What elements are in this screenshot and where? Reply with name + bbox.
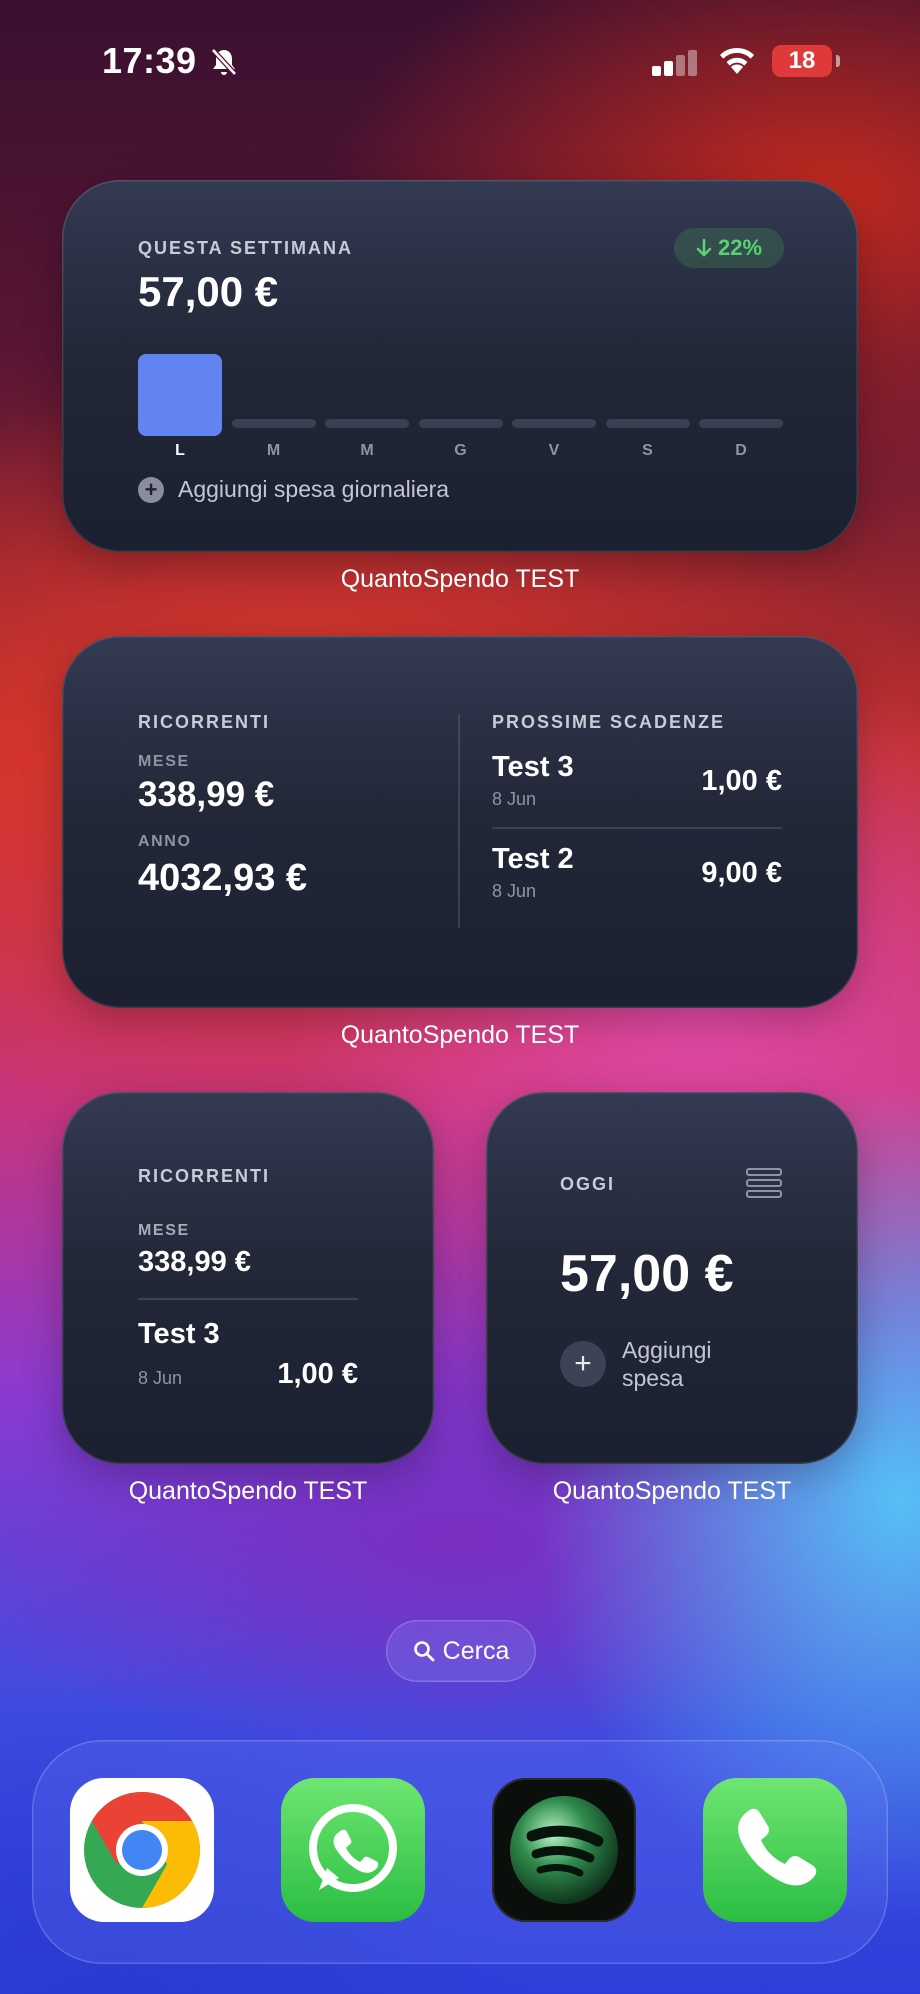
weekday-bar: [418, 419, 503, 428]
weekly-spending-widget[interactable]: QUESTA SETTIMANA 57,00 € 22% L M M G V S D + A…: [62, 180, 858, 552]
weekday-label: G: [454, 442, 467, 459]
weekday-bar: [231, 419, 316, 428]
row-divider: [492, 827, 782, 829]
wifi-icon: [720, 47, 754, 74]
arrow-down-icon: [696, 239, 712, 257]
recurring-widget-small[interactable]: RICORRENTI MESE 338,99 € Test 3 8 Jun 1,…: [62, 1092, 434, 1464]
month-amount: 338,99 €: [138, 1246, 251, 1278]
upcoming-list: PROSSIME SCADENZE Test 3 8 Jun 1,00 € Te…: [492, 712, 782, 909]
divider: [458, 714, 460, 928]
change-value: 22%: [717, 235, 763, 260]
widget-title: QUESTA SETTIMANA: [138, 238, 353, 258]
weekly-amount: 57,00 €: [138, 268, 279, 315]
battery-cap: [836, 55, 840, 67]
weekday-bar: [138, 354, 222, 436]
weekday-label: S: [642, 442, 653, 459]
month-label: MESE: [138, 1222, 190, 1239]
chrome-logo: [84, 1792, 200, 1908]
upcoming-title: PROSSIME SCADENZE: [492, 712, 726, 732]
battery-icon: 18: [772, 45, 832, 77]
year-label: ANNO: [138, 833, 192, 850]
list-item[interactable]: Test 2 8 Jun 9,00 €: [492, 835, 782, 909]
add-expense-label: Aggiungi spesa: [622, 1337, 712, 1391]
recurring-summary: RICORRENTI MESE 338,99 € ANNO 4032,93 €: [138, 712, 307, 900]
weekday-label: M: [266, 442, 281, 459]
today-widget[interactable]: OGGI 57,00 € + Aggiungi spesa: [486, 1092, 858, 1464]
chrome-icon[interactable]: [70, 1778, 214, 1922]
bell-slash-icon: [211, 48, 237, 76]
spotify-icon[interactable]: [492, 1778, 636, 1922]
item-name: Test 3: [138, 1318, 220, 1350]
recurring-widget-large[interactable]: RICORRENTI MESE 338,99 € ANNO 4032,93 € …: [62, 636, 858, 1008]
item-name: Test 3: [492, 751, 574, 783]
whatsapp-icon[interactable]: [281, 1778, 425, 1922]
weekly-bar-chart: [138, 346, 784, 436]
item-date: 8 Jun: [138, 1368, 183, 1388]
phone-handset: [738, 1808, 817, 1886]
month-amount: 338,99 €: [138, 775, 275, 814]
add-daily-expense-button[interactable]: + Aggiungi spesa giornaliera: [138, 476, 449, 503]
item-amount: 9,00 €: [701, 856, 782, 889]
list-icon: [746, 1168, 782, 1198]
widget-caption: QuantoSpendo TEST: [340, 1021, 580, 1049]
status-time: 17:39: [102, 40, 197, 81]
recurring-title: RICORRENTI: [138, 712, 270, 732]
year-amount: 4032,93 €: [138, 857, 308, 899]
weekday-bar: [512, 419, 596, 428]
signal-icon: [652, 50, 697, 76]
phone-icon[interactable]: [703, 1778, 847, 1922]
item-date: 8 Jun: [492, 880, 537, 901]
weekday-label: V: [548, 442, 560, 459]
whatsapp-logo: [309, 1804, 397, 1892]
weekday-bar: [325, 419, 409, 428]
plus-icon: +: [138, 476, 164, 503]
add-daily-expense-label: Aggiungi spesa giornaliera: [178, 476, 450, 502]
divider: [138, 1298, 358, 1300]
weekday-label: M: [360, 442, 374, 459]
dock: [32, 1740, 888, 1964]
month-label: MESE: [138, 753, 190, 770]
weekday-label: D: [735, 442, 747, 459]
plus-icon: +: [560, 1341, 606, 1387]
search-button[interactable]: Cerca: [386, 1620, 536, 1682]
search-label: Cerca: [442, 1636, 510, 1665]
widget-caption: QuantoSpendo TEST: [128, 1477, 368, 1505]
widget-caption: QuantoSpendo TEST: [340, 565, 580, 593]
recurring-title: RICORRENTI: [138, 1166, 270, 1186]
item-amount: 1,00 €: [277, 1358, 358, 1390]
weekday-bar: [605, 419, 690, 428]
widget-caption: QuantoSpendo TEST: [552, 1477, 792, 1505]
weekday-bar: [699, 419, 783, 428]
item-date: 8 Jun: [492, 789, 537, 809]
item-name: Test 2: [492, 842, 574, 875]
weekday-label: L: [175, 442, 185, 459]
change-badge: 22%: [674, 228, 784, 268]
search-icon: [413, 1641, 435, 1662]
add-expense-button[interactable]: + Aggiungi spesa: [560, 1336, 742, 1392]
item-amount: 1,00 €: [701, 765, 782, 797]
today-title: OGGI: [560, 1174, 616, 1194]
spotify-logo: [510, 1796, 618, 1904]
today-amount: 57,00 €: [560, 1245, 734, 1303]
list-item[interactable]: Test 3 8 Jun 1,00 €: [492, 743, 782, 817]
